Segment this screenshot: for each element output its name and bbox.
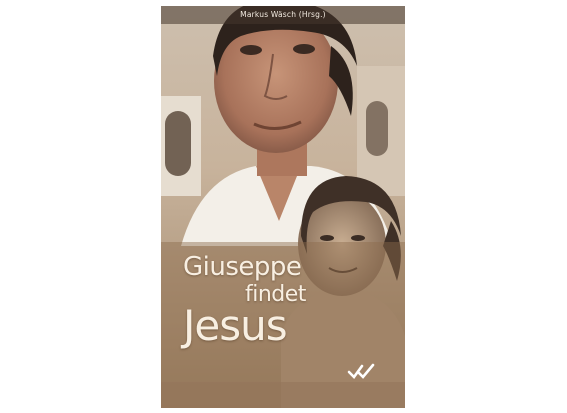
book-title: Giuseppe findet Jesus	[161, 246, 405, 356]
title-line-1: Giuseppe	[183, 252, 302, 282]
book-cover: Markus Wäsch (Hrsg.) Giuseppe findet Jes…	[161, 6, 405, 408]
title-line-3: Jesus	[183, 301, 288, 350]
double-checkmark-logo-icon	[347, 363, 375, 379]
author-name: Markus Wäsch (Hrsg.)	[161, 6, 405, 24]
page: Markus Wäsch (Hrsg.) Giuseppe findet Jes…	[0, 0, 567, 413]
